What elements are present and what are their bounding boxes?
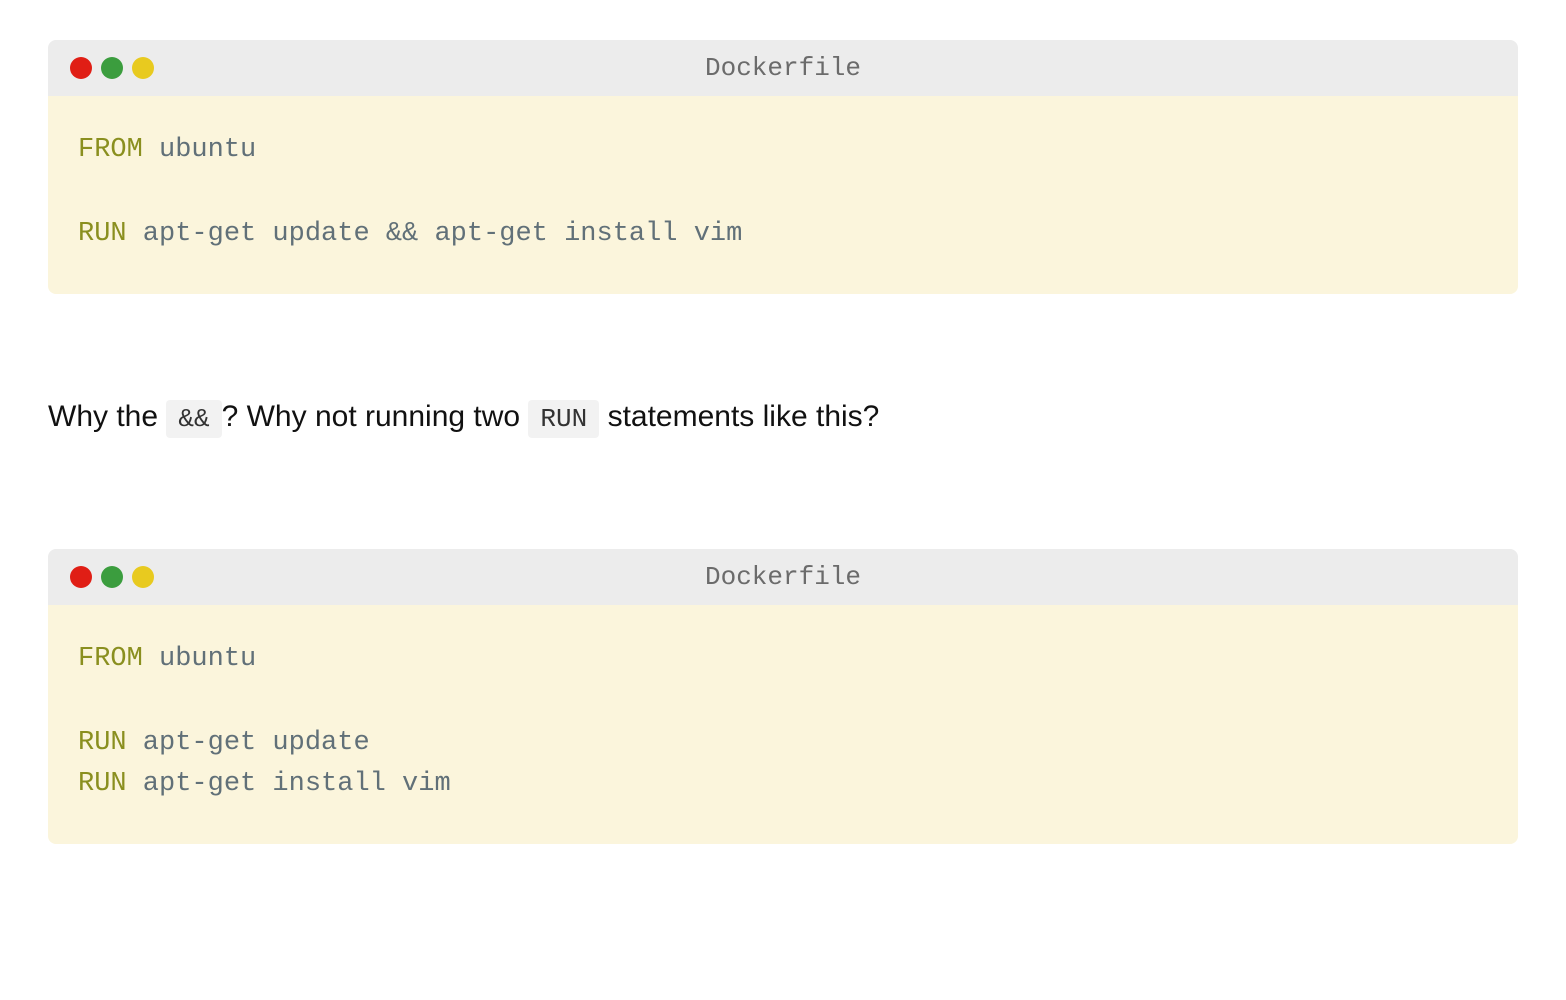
text: ? Why not running two	[222, 400, 529, 433]
code-text: apt-get install vim	[127, 769, 451, 799]
code-text: apt-get update	[127, 728, 370, 758]
text: statements like this?	[599, 400, 879, 433]
window-title: Dockerfile	[70, 53, 1496, 83]
inline-code: RUN	[528, 400, 599, 438]
explanation-paragraph: Why the &&? Why not running two RUN stat…	[48, 394, 1518, 439]
keyword: FROM	[78, 644, 143, 674]
inline-code: &&	[166, 400, 221, 438]
maximize-icon	[132, 566, 154, 588]
traffic-lights	[70, 57, 154, 79]
keyword: RUN	[78, 728, 127, 758]
code-block-1: Dockerfile FROM ubuntu RUN apt-get updat…	[48, 40, 1518, 294]
code-text: apt-get update && apt-get install vim	[127, 219, 743, 249]
keyword: FROM	[78, 135, 143, 165]
code-block-2: Dockerfile FROM ubuntu RUN apt-get updat…	[48, 549, 1518, 845]
code-body: FROM ubuntu RUN apt-get update && apt-ge…	[48, 96, 1518, 294]
minimize-icon	[101, 57, 123, 79]
blank-line	[78, 681, 1488, 723]
maximize-icon	[132, 57, 154, 79]
code-line: FROM ubuntu	[78, 639, 1488, 681]
code-line: RUN apt-get update && apt-get install vi…	[78, 214, 1488, 256]
code-text: ubuntu	[143, 644, 256, 674]
keyword: RUN	[78, 219, 127, 249]
window-title: Dockerfile	[70, 562, 1496, 592]
code-line: RUN apt-get update	[78, 723, 1488, 765]
text: Why the	[48, 400, 166, 433]
traffic-lights	[70, 566, 154, 588]
titlebar: Dockerfile	[48, 40, 1518, 96]
keyword: RUN	[78, 769, 127, 799]
minimize-icon	[101, 566, 123, 588]
code-line: RUN apt-get install vim	[78, 764, 1488, 806]
code-line: FROM ubuntu	[78, 130, 1488, 172]
titlebar: Dockerfile	[48, 549, 1518, 605]
code-text: ubuntu	[143, 135, 256, 165]
close-icon	[70, 566, 92, 588]
blank-line	[78, 172, 1488, 214]
close-icon	[70, 57, 92, 79]
code-body: FROM ubuntu RUN apt-get update RUN apt-g…	[48, 605, 1518, 845]
